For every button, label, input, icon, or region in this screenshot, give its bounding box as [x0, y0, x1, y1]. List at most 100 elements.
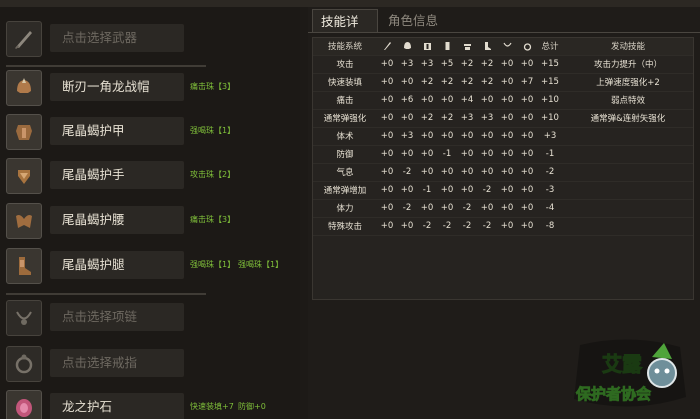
- divider: [6, 65, 206, 67]
- waist-armor-icon: [6, 203, 42, 239]
- slot-value-cell: +0: [517, 91, 537, 110]
- waist-skill: 痛击珠【3】: [190, 215, 236, 224]
- slot-value-cell: +2: [477, 55, 497, 74]
- slot-arms[interactable]: 尾晶蝎护手 攻击珠【2】: [6, 158, 286, 194]
- select-weapon-button[interactable]: 点击选择武器: [50, 24, 184, 52]
- slot-value-cell: +0: [377, 109, 397, 128]
- slot-value-cell: +0: [437, 127, 457, 146]
- slot-talisman[interactable]: 龙之护石 快速装填+7 防御+0: [6, 390, 286, 419]
- slot-value-cell: +0: [397, 181, 417, 200]
- table-row: 通常弹增加 +0 +0 -1 +0 +0 -2 +0 +0 -3: [313, 181, 693, 200]
- legs-name[interactable]: 尾晶蝎护腿: [50, 251, 184, 279]
- total-cell: +15: [537, 55, 563, 74]
- talisman-name[interactable]: 龙之护石: [50, 393, 184, 419]
- total-cell: +10: [537, 91, 563, 110]
- slot-value-cell: +0: [517, 217, 537, 236]
- slot-value-cell: +3: [417, 55, 437, 74]
- total-cell: -4: [537, 199, 563, 218]
- select-ring-button[interactable]: 点击选择戒指: [50, 349, 184, 377]
- slot-value-cell: +0: [477, 163, 497, 182]
- slot-value-cell: +5: [437, 55, 457, 74]
- slot-value-cell: +0: [417, 163, 437, 182]
- slot-value-cell: +0: [377, 73, 397, 92]
- slot-value-cell: +0: [437, 181, 457, 200]
- slot-value-cell: +0: [397, 145, 417, 164]
- slot-value-cell: -2: [477, 181, 497, 200]
- tab-skill-details[interactable]: 技能详情: [312, 9, 378, 52]
- slot-value-cell: +0: [517, 145, 537, 164]
- slot-value-cell: +6: [397, 91, 417, 110]
- tab-character-info[interactable]: 角色信息: [380, 9, 450, 32]
- total-cell: +10: [537, 109, 563, 128]
- skill-name-cell: 体力: [313, 199, 377, 218]
- active-skill-cell: [563, 127, 693, 146]
- slot-value-cell: +0: [417, 145, 437, 164]
- slot-value-cell: +0: [517, 109, 537, 128]
- table-header-row: 技能系统 总计 发动技能: [313, 38, 693, 56]
- skill-table-container: 技能系统 总计 发动技能 攻击 +0 +3 +3 +5 +2 +2 +0 +0 +15 攻击力提升（…: [312, 37, 694, 300]
- talisman-skill-1: 快速装填+7: [190, 402, 234, 411]
- slot-value-cell: -2: [437, 217, 457, 236]
- slot-value-cell: +0: [497, 109, 517, 128]
- slot-waist[interactable]: 尾晶蝎护腰 痛击珠【3】: [6, 203, 286, 239]
- slot-value-cell: +0: [477, 127, 497, 146]
- active-skill-cell: [563, 181, 693, 200]
- slot-weapon[interactable]: 点击选择武器: [6, 21, 286, 57]
- info-panel: 技能详情 角色信息 技能系统 总计: [308, 7, 700, 419]
- slot-value-cell: +0: [397, 109, 417, 128]
- slot-value-cell: +0: [517, 55, 537, 74]
- active-skill-cell: [563, 199, 693, 218]
- slot-value-cell: +0: [457, 163, 477, 182]
- table-row: 防御 +0 +0 +0 -1 +0 +0 +0 +0 -1: [313, 145, 693, 164]
- active-skill-cell: [563, 145, 693, 164]
- leg-armor-icon: [6, 248, 42, 284]
- slot-ring[interactable]: 点击选择戒指: [6, 346, 286, 382]
- header-total: 总计: [537, 38, 563, 56]
- slot-value-cell: +4: [457, 91, 477, 110]
- skill-name-cell: 通常弹强化: [313, 109, 377, 128]
- slot-value-cell: +0: [497, 217, 517, 236]
- top-strip: [0, 0, 700, 7]
- total-cell: -8: [537, 217, 563, 236]
- chest-armor-icon: [6, 114, 42, 150]
- skill-name-cell: 痛击: [313, 91, 377, 110]
- table-row: 通常弹强化 +0 +0 +2 +2 +3 +3 +0 +0 +10 通常弹&连射矢强化: [313, 109, 693, 128]
- active-skill-cell: [563, 163, 693, 182]
- header-legs-icon: [477, 38, 497, 56]
- slot-chest[interactable]: 尾晶蝎护甲 强喝珠【1】: [6, 114, 286, 150]
- header-active-skill: 发动技能: [563, 38, 693, 56]
- slot-value-cell: -1: [417, 181, 437, 200]
- slot-helmet[interactable]: 断刃一角龙战帽 痛击珠【3】: [6, 70, 286, 106]
- slot-value-cell: +3: [457, 109, 477, 128]
- select-necklace-button[interactable]: 点击选择项链: [50, 303, 184, 331]
- skill-name-cell: 体术: [313, 127, 377, 146]
- slot-value-cell: +0: [457, 127, 477, 146]
- slot-value-cell: +0: [377, 163, 397, 182]
- active-skill-cell: 攻击力提升（中）: [563, 55, 693, 74]
- slot-value-cell: +0: [497, 181, 517, 200]
- chest-name[interactable]: 尾晶蝎护甲: [50, 117, 184, 145]
- slot-value-cell: +0: [497, 145, 517, 164]
- arms-name[interactable]: 尾晶蝎护手: [50, 161, 184, 189]
- slot-value-cell: +2: [437, 109, 457, 128]
- helmet-skill: 痛击珠【3】: [190, 82, 236, 91]
- slot-necklace[interactable]: 点击选择项链: [6, 300, 286, 336]
- skill-name-cell: 防御: [313, 145, 377, 164]
- slot-value-cell: +2: [477, 73, 497, 92]
- header-waist-icon: [457, 38, 477, 56]
- helmet-name[interactable]: 断刃一角龙战帽: [50, 73, 184, 101]
- slot-value-cell: +3: [397, 55, 417, 74]
- slot-value-cell: -2: [457, 199, 477, 218]
- gauntlet-icon: [6, 158, 42, 194]
- waist-name[interactable]: 尾晶蝎护腰: [50, 206, 184, 234]
- legs-skill-2: 强喝珠【1】: [238, 260, 284, 269]
- slot-legs[interactable]: 尾晶蝎护腿 强喝珠【1】 强喝珠【1】: [6, 248, 286, 284]
- slot-value-cell: +0: [377, 91, 397, 110]
- table-row: 痛击 +0 +6 +0 +0 +4 +0 +0 +0 +10 弱点特效: [313, 91, 693, 110]
- slot-value-cell: +0: [457, 181, 477, 200]
- slot-value-cell: +0: [437, 163, 457, 182]
- slot-value-cell: +0: [517, 199, 537, 218]
- slot-value-cell: +0: [377, 127, 397, 146]
- slot-value-cell: -2: [397, 163, 417, 182]
- slot-value-cell: +0: [437, 91, 457, 110]
